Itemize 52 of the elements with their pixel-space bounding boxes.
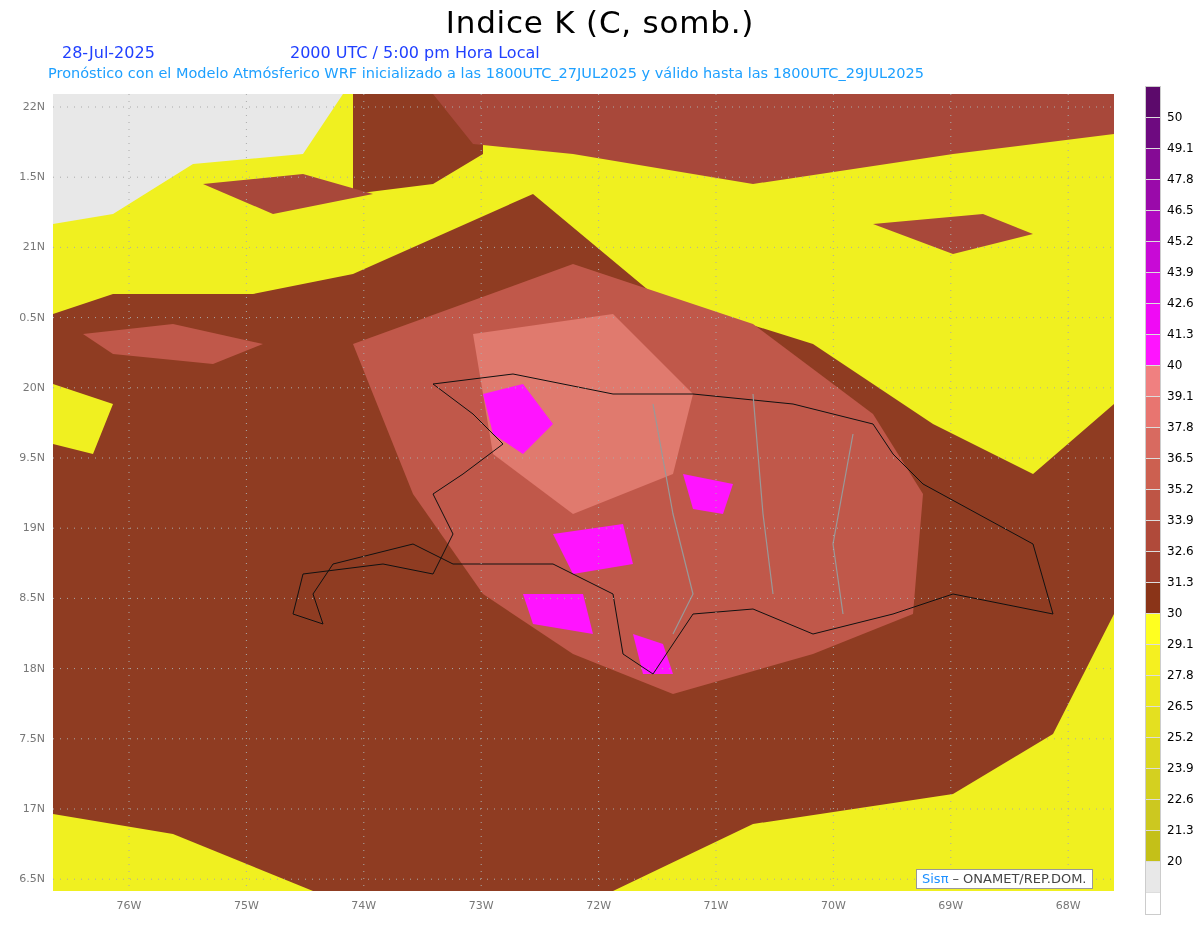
colorbar-label: 45.2 xyxy=(1167,235,1194,247)
latitude-label: 22N xyxy=(22,101,45,113)
colorbar-label: 35.2 xyxy=(1167,483,1194,495)
latitude-label: 21N xyxy=(22,241,45,254)
latitude-label: 1.5N xyxy=(19,171,45,184)
longitude-label: 69W xyxy=(938,900,964,912)
longitude-label: 75W xyxy=(233,900,259,912)
colorbar-label: 32.6 xyxy=(1167,545,1194,557)
colorbar-label: 27.8 xyxy=(1167,669,1194,681)
longitude-label: 68W xyxy=(1055,900,1081,912)
colorbar-label: 30 xyxy=(1167,607,1183,619)
colorbar-label: 41.3 xyxy=(1167,328,1194,340)
forecast-date: 28-Jul-2025 xyxy=(62,42,156,64)
colorbar-label: 23.9 xyxy=(1167,762,1194,774)
credit-text: – ONAMET/REP.DOM. xyxy=(952,870,1087,889)
colorbar-label: 33.9 xyxy=(1167,514,1194,526)
colorbar-label: 50 xyxy=(1167,111,1183,123)
colorbar-label: 47.8 xyxy=(1167,173,1194,185)
colorbar-label: 42.6 xyxy=(1167,297,1194,309)
forecast-time: 2000 UTC / 5:00 pm Hora Local xyxy=(290,42,540,64)
longitude-label: 76W xyxy=(116,900,142,912)
colorbar-label: 36.5 xyxy=(1167,452,1194,464)
colorbar-label: 29.1 xyxy=(1167,638,1194,650)
latitude-label: 6.5N xyxy=(19,873,45,886)
latitude-label: 7.5N xyxy=(19,732,45,745)
colorbar-label: 20 xyxy=(1167,855,1183,867)
latitude-label: 9.5N xyxy=(19,452,45,464)
latitude-label: 8.5N xyxy=(19,592,45,605)
colorbar-label: 21.3 xyxy=(1167,824,1194,836)
colorbar-label: 31.3 xyxy=(1167,576,1194,588)
colorbar-label: 37.8 xyxy=(1167,421,1194,433)
latitude-label: 17N xyxy=(22,803,45,815)
credit-logo: Sisπ xyxy=(922,870,949,889)
latitude-label: 19N xyxy=(22,522,45,535)
longitude-label: 73W xyxy=(468,900,494,912)
forecast-subtitle: Pronóstico con el Modelo Atmósferico WRF inicializado a las 1800UTC_27JUL2025 y válido hasta las 1800UTC_29JUL2025 xyxy=(48,64,924,84)
colorbar-label: 26.5 xyxy=(1167,700,1194,712)
longitude-label: 70W xyxy=(820,900,846,912)
colorbar-label: 22.6 xyxy=(1167,793,1194,805)
colorbar-label: 39.1 xyxy=(1167,390,1194,402)
colorbar-label: 25.2 xyxy=(1167,731,1194,743)
longitude-label: 72W xyxy=(586,900,612,912)
latitude-label: 20N xyxy=(22,381,45,394)
longitude-label: 71W xyxy=(703,900,729,912)
colorbar-label: 46.5 xyxy=(1167,204,1194,216)
colorbar-label: 43.9 xyxy=(1167,266,1194,278)
colorbar-label: 40 xyxy=(1167,359,1183,371)
chart-title: Indice K (C, somb.) xyxy=(445,3,755,42)
colorbar-label: 49.1 xyxy=(1167,142,1194,154)
longitude-label: 74W xyxy=(351,900,377,912)
latitude-label: 18N xyxy=(22,662,45,675)
latitude-label: 0.5N xyxy=(19,311,45,324)
